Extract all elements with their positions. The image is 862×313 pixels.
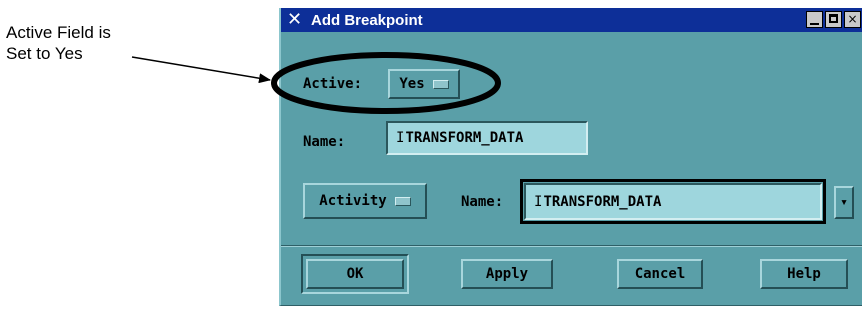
add-breakpoint-dialog: ✕ Add Breakpoint × Active: Yes Name: I TR… xyxy=(279,8,862,306)
annotation-callout: Active Field is Set to Yes xyxy=(6,22,186,64)
close-button[interactable]: × xyxy=(844,11,861,28)
help-button[interactable]: Help xyxy=(760,259,848,289)
close-icon: × xyxy=(847,12,858,26)
active-label: Active: xyxy=(303,76,363,92)
active-option-menu[interactable]: Yes xyxy=(388,69,460,99)
x-window-icon: ✕ xyxy=(287,9,303,30)
button-separator xyxy=(281,245,862,247)
maximize-button[interactable] xyxy=(825,11,842,28)
help-label: Help xyxy=(787,266,821,282)
name-field[interactable]: I TRANSFORM_DATA xyxy=(386,121,588,155)
maximize-icon xyxy=(829,14,838,23)
ok-label: OK xyxy=(346,266,364,282)
name-value: TRANSFORM_DATA xyxy=(405,130,524,146)
activity-name-field[interactable]: I TRANSFORM_DATA xyxy=(524,183,822,220)
window-title: Add Breakpoint xyxy=(311,12,423,29)
callout-line-2: Set to Yes xyxy=(6,44,83,63)
text-cursor: I xyxy=(534,193,543,210)
option-menu-indicator-icon xyxy=(432,79,449,89)
option-menu-indicator-icon xyxy=(394,196,411,206)
apply-label: Apply xyxy=(485,266,529,282)
activity-name-label: Name: xyxy=(461,194,504,210)
title-bar[interactable]: ✕ Add Breakpoint × xyxy=(281,8,862,32)
name-dropdown-button[interactable]: ▾ xyxy=(834,186,854,219)
active-value: Yes xyxy=(399,76,425,92)
callout-line-1: Active Field is xyxy=(6,23,111,42)
apply-button[interactable]: Apply xyxy=(461,259,553,289)
type-value: Activity xyxy=(319,193,387,209)
activity-name-value: TRANSFORM_DATA xyxy=(543,193,662,210)
minimize-button[interactable] xyxy=(806,11,823,28)
cancel-button[interactable]: Cancel xyxy=(617,259,703,289)
ok-button[interactable]: OK xyxy=(306,259,404,289)
name-label: Name: xyxy=(303,134,346,150)
minimize-icon xyxy=(810,23,819,25)
dropdown-arrow-icon: ▾ xyxy=(840,195,848,210)
type-option-menu[interactable]: Activity xyxy=(303,183,427,219)
cancel-label: Cancel xyxy=(634,266,686,282)
text-cursor: I xyxy=(396,130,405,146)
